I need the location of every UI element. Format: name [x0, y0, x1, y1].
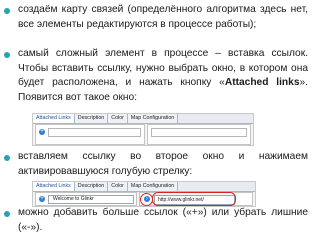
bullet-dot-icon [4, 52, 10, 58]
links-list-pane: + [35, 124, 145, 145]
link-select[interactable] [48, 128, 141, 137]
add-link-icon[interactable]: + [39, 196, 45, 202]
attached-links-label: Attached links [224, 77, 300, 89]
tab-map-configuration[interactable]: Map Configuration [127, 182, 179, 191]
bullet-item-2: самый сложный элемент в процессе – встав… [4, 47, 308, 105]
tab-map-configuration[interactable]: Map Configuration [127, 114, 179, 123]
link-url-pane [147, 124, 251, 145]
add-link-icon[interactable]: + [39, 129, 45, 135]
tab-description[interactable]: Description [74, 182, 109, 191]
bullet-dot-icon [4, 211, 10, 217]
screenshot-attached-links-filled: Attached Links Description Color Map Con… [32, 181, 256, 207]
bullet-dot-icon [4, 155, 10, 161]
link-select[interactable]: Welcome to Glinkr [48, 195, 134, 204]
bullet-text: можно добавить больше ссылок («+») или у… [18, 207, 308, 233]
screenshot-attached-links-empty: Attached Links Description Color Map Con… [32, 113, 254, 146]
bullet-dot-icon [4, 8, 10, 14]
tab-bar: Attached Links Description Color Map Con… [33, 182, 255, 192]
bullet-item-3: вставляем ссылку во второе окно и нажима… [4, 150, 308, 179]
bullet-text: создаём карту связей (определённого алго… [18, 4, 308, 30]
highlight-ring-icon [152, 192, 236, 206]
tab-attached-links[interactable]: Attached Links [33, 114, 75, 123]
url-input[interactable] [151, 128, 247, 137]
tab-color[interactable]: Color [108, 114, 128, 123]
tab-description[interactable]: Description [74, 114, 109, 123]
tab-bar: Attached Links Description Color Map Con… [33, 114, 253, 124]
bullet-item-4: можно добавить больше ссылок («+») или у… [4, 206, 308, 235]
link-url-pane: › http://www.glinkr.net/ [139, 192, 253, 206]
bullet-text: вставляем ссылку во второе окно и нажима… [18, 151, 308, 177]
links-list-pane: + Welcome to Glinkr [35, 192, 137, 206]
tab-color[interactable]: Color [108, 182, 128, 191]
bullet-item-1: создаём карту связей (определённого алго… [4, 3, 308, 32]
tab-attached-links[interactable]: Attached Links [33, 182, 75, 191]
